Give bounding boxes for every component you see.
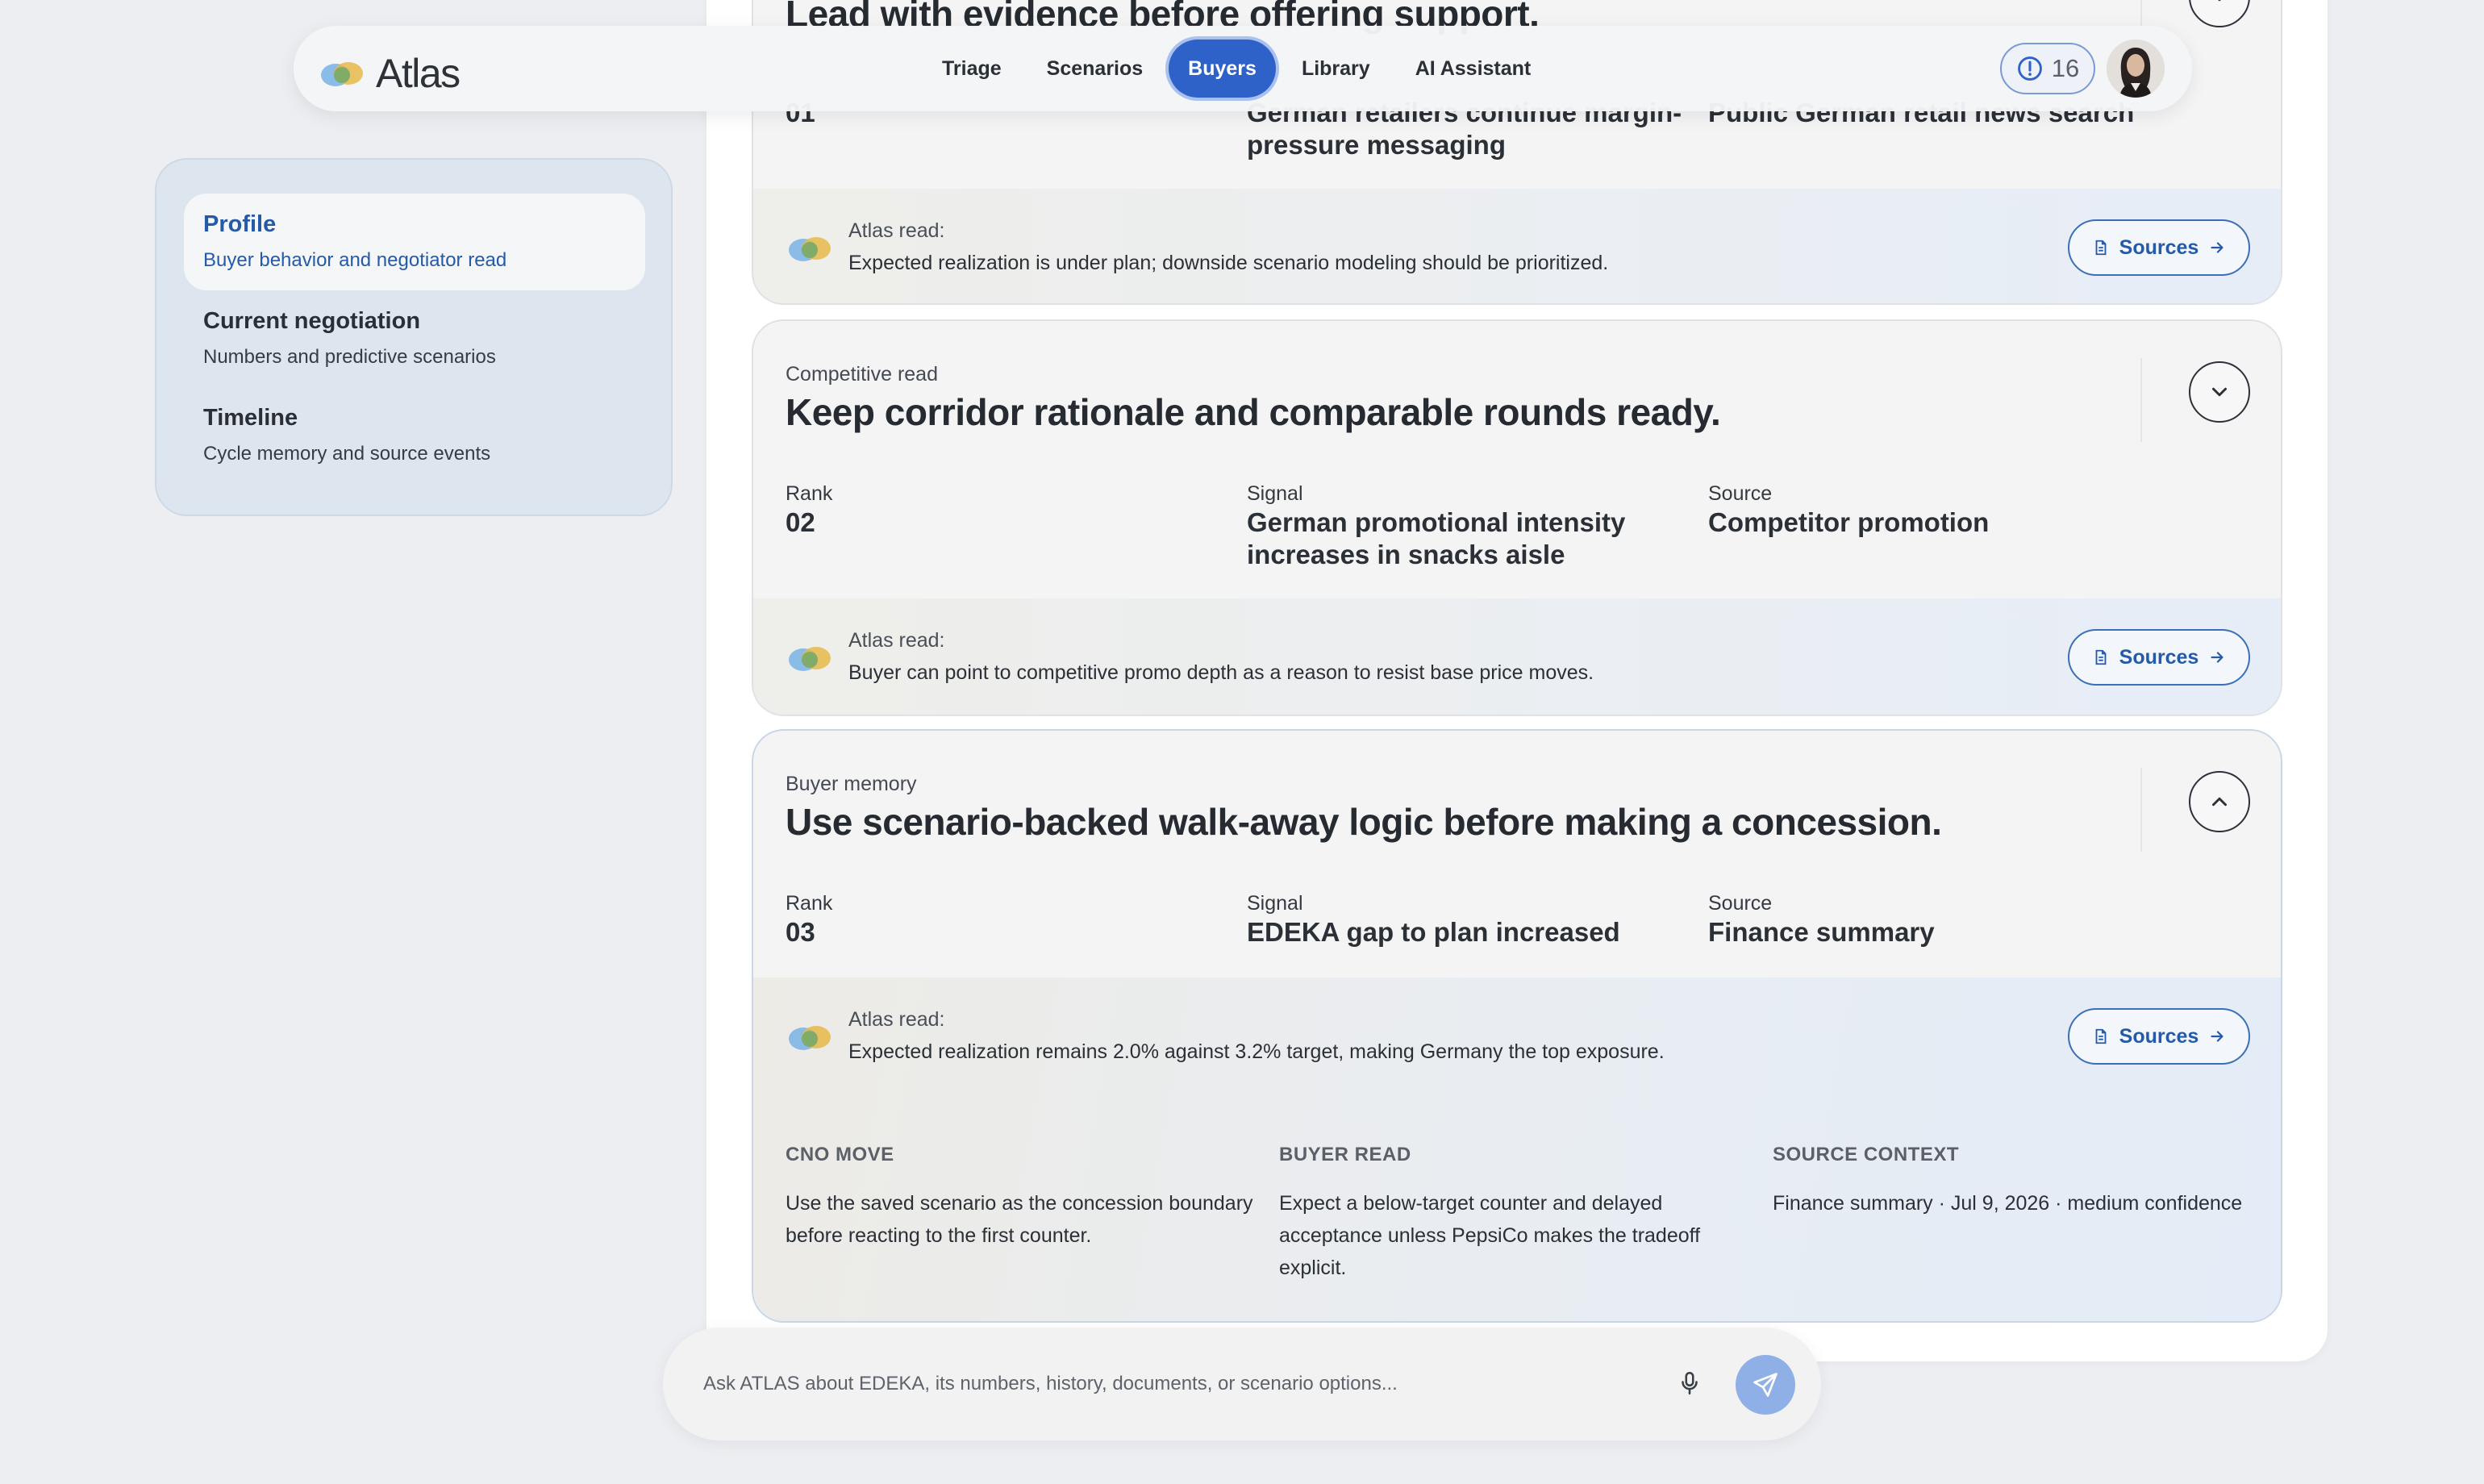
send-button[interactable] <box>1736 1355 1795 1415</box>
alerts-button[interactable]: 16 <box>2000 43 2095 94</box>
sidebar-item-subtitle: Buyer behavior and negotiator read <box>203 249 507 271</box>
alert-count: 16 <box>2051 54 2080 82</box>
rank-label: Rank <box>786 892 833 915</box>
sources-label: Sources <box>2119 236 2199 259</box>
top-navigation: Atlas Triage Scenarios Buyers Library AI… <box>294 26 2192 111</box>
avatar-image <box>2107 40 2165 98</box>
source-label: Source <box>1708 892 1773 915</box>
arrow-right-icon <box>2211 1031 2224 1042</box>
arrow-right-icon <box>2211 242 2224 253</box>
detail-heading: CNO MOVE <box>786 1144 894 1165</box>
atlas-read-text: Expected realization is under plan; down… <box>848 252 1609 274</box>
chevron-up-icon <box>2212 797 2227 807</box>
app-frame: Lead with evidence before offering suppo… <box>0 0 2484 1484</box>
expand-toggle-button[interactable] <box>2189 0 2250 27</box>
detail-text: Expect a below-target counter and delaye… <box>1279 1192 1701 1279</box>
insight-card-3: Buyer memory Use scenario-backed walk-aw… <box>752 729 2282 1323</box>
signal-label: Signal <box>1247 892 1303 915</box>
source-value: Competitor promotion <box>1708 507 1990 537</box>
send-icon <box>1753 1373 1778 1397</box>
atlas-read-panel: Atlas read: Expected realization remains… <box>753 978 2281 1321</box>
sidebar-item-subtitle: Cycle memory and source events <box>203 443 491 465</box>
microphone-icon <box>1682 1371 1698 1395</box>
signal-value: EDEKA gap to plan increased <box>1247 917 1620 947</box>
chevron-down-icon <box>2212 387 2227 397</box>
card-title: Keep corridor rationale and comparable r… <box>786 391 1721 433</box>
nav-tabs: Triage Scenarios Buyers Library AI Assis… <box>923 40 1550 98</box>
user-avatar[interactable] <box>2107 40 2165 98</box>
brand[interactable]: Atlas <box>318 50 461 97</box>
atlas-read-text: Expected realization remains 2.0% agains… <box>848 1040 1665 1063</box>
atlas-read-label: Atlas read: <box>848 219 945 242</box>
atlas-logo-icon <box>789 1026 831 1050</box>
sources-button[interactable]: Sources <box>2068 629 2250 686</box>
atlas-logo-icon <box>321 62 363 86</box>
sources-button[interactable]: Sources <box>2068 1008 2250 1065</box>
divider <box>2140 358 2142 442</box>
collapse-toggle-button[interactable] <box>2189 771 2250 832</box>
card-title: Use scenario-backed walk-away logic befo… <box>786 801 1942 843</box>
source-value: Finance summary <box>1708 917 1935 947</box>
detail-text: Finance summary · Jul 9, 2026 · medium c… <box>1773 1192 2243 1215</box>
rank-label: Rank <box>786 482 833 505</box>
sidebar-item-title: Profile <box>203 211 277 237</box>
tab-triage[interactable]: Triage <box>923 40 1021 98</box>
sidebar-item-timeline[interactable]: Timeline Cycle memory and source events <box>184 387 645 484</box>
tab-scenarios[interactable]: Scenarios <box>1027 40 1163 98</box>
atlas-logo-icon <box>789 647 831 671</box>
detail-buyer-read: BUYER READ Expect a below-target counter… <box>1279 1144 1755 1284</box>
sidebar-item-current-negotiation[interactable]: Current negotiation Numbers and predicti… <box>184 290 645 387</box>
atlas-logo-icon <box>789 237 831 261</box>
atlas-read-panel: Atlas read: Expected realization is unde… <box>753 189 2281 303</box>
rank-value: 02 <box>786 507 815 537</box>
ask-bar <box>663 1328 1821 1440</box>
chevron-down-icon <box>2218 0 2221 2</box>
detail-heading: SOURCE CONTEXT <box>1773 1144 1960 1165</box>
detail-source-context: SOURCE CONTEXT Finance summary · Jul 9, … <box>1773 1144 2257 1219</box>
sidebar-item-subtitle: Numbers and predictive scenarios <box>203 346 496 368</box>
detail-text: Use the saved scenario as the concession… <box>786 1192 1253 1247</box>
tab-buyers[interactable]: Buyers <box>1169 40 1276 98</box>
sources-label: Sources <box>2119 1024 2199 1048</box>
signal-label: Signal <box>1247 482 1303 505</box>
rank-value: 03 <box>786 917 815 947</box>
card-category: Competitive read <box>786 363 938 386</box>
atlas-read-label: Atlas read: <box>848 629 945 652</box>
atlas-read-text: Buyer can point to competitive promo dep… <box>848 661 1594 684</box>
card-category: Buyer memory <box>786 773 917 795</box>
atlas-read-panel: Atlas read: Buyer can point to competiti… <box>753 598 2281 715</box>
document-icon <box>2095 649 2107 665</box>
insight-card-2: Competitive read Keep corridor rationale… <box>752 319 2282 716</box>
source-label: Source <box>1708 482 1773 505</box>
sources-button[interactable]: Sources <box>2068 219 2250 276</box>
arrow-right-icon <box>2211 652 2224 663</box>
microphone-button[interactable] <box>1671 1365 1708 1402</box>
signal-value: German promotional intensity increases i… <box>1247 507 1626 569</box>
ask-input[interactable] <box>703 1363 1631 1405</box>
sources-label: Sources <box>2119 645 2199 669</box>
detail-cno-move: CNO MOVE Use the saved scenario as the c… <box>786 1144 1261 1252</box>
document-icon <box>2095 1028 2107 1044</box>
detail-heading: BUYER READ <box>1279 1144 1411 1165</box>
tab-library[interactable]: Library <box>1282 40 1390 98</box>
brand-name: Atlas <box>376 51 461 96</box>
alert-icon <box>2017 56 2042 81</box>
expand-toggle-button[interactable] <box>2189 361 2250 423</box>
sidebar-item-title: Timeline <box>203 405 298 431</box>
sidebar-item-title: Current negotiation <box>203 308 421 334</box>
sidebar: Profile Buyer behavior and negotiator re… <box>155 158 673 516</box>
document-icon <box>2095 240 2107 256</box>
sidebar-item-profile[interactable]: Profile Buyer behavior and negotiator re… <box>184 194 645 290</box>
divider <box>2140 768 2142 852</box>
tab-ai-assistant[interactable]: AI Assistant <box>1396 40 1551 98</box>
atlas-read-label: Atlas read: <box>848 1008 945 1031</box>
